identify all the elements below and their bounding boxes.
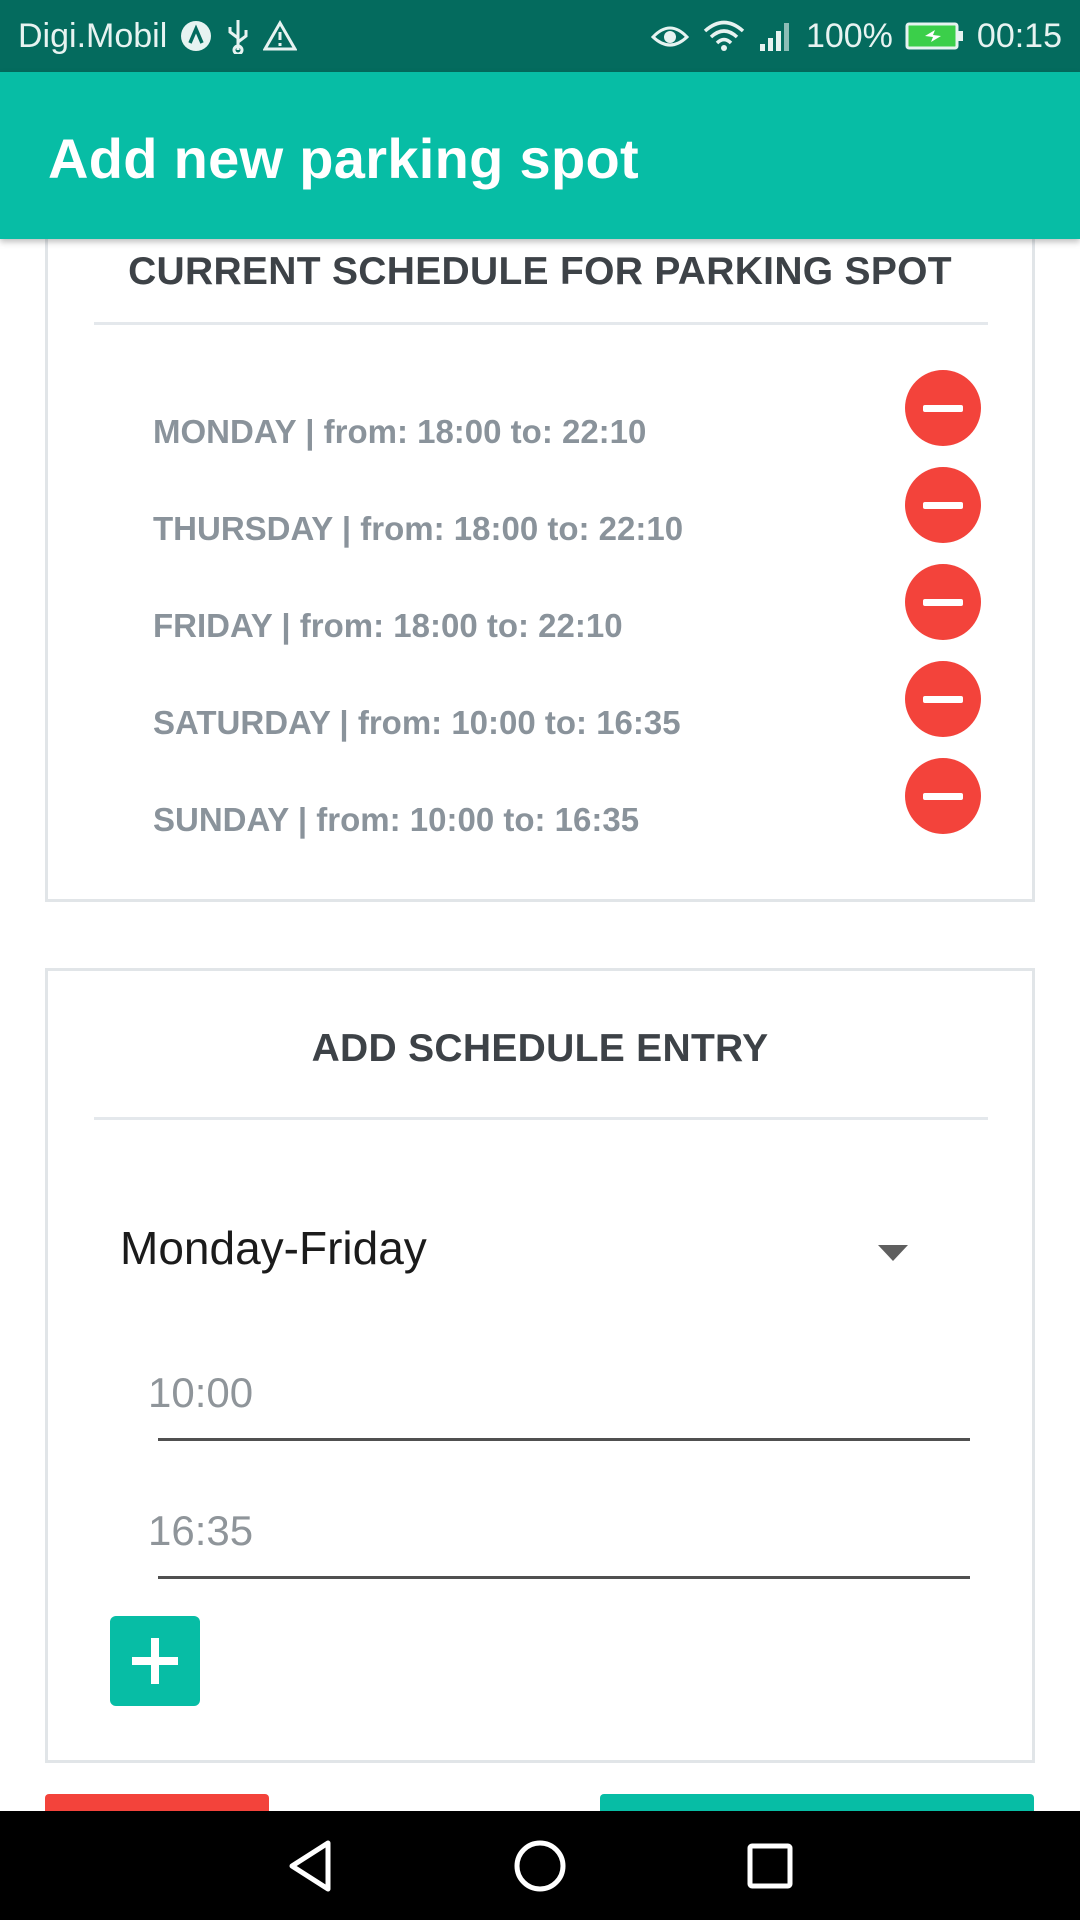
chevron-down-icon xyxy=(878,1245,908,1261)
to-time-field[interactable]: 16:35 xyxy=(148,1489,994,1579)
save-button[interactable] xyxy=(600,1794,1034,1811)
recents-icon xyxy=(747,1843,793,1888)
plus-icon xyxy=(132,1638,178,1684)
minus-circle-icon xyxy=(923,404,963,412)
card-divider xyxy=(94,1117,988,1120)
remove-entry-button[interactable] xyxy=(905,758,981,834)
schedule-entry-text: SUNDAY | from: 10:00 to: 16:35 xyxy=(153,801,640,838)
add-schedule-title: ADD SCHEDULE ENTRY xyxy=(311,1027,769,1070)
status-bar: Digi.Mobil 100% 00:15 xyxy=(0,0,1080,72)
schedule-entry: SUNDAY | from: 10:00 to: 16:35 xyxy=(48,758,1032,855)
to-time-value: 16:35 xyxy=(148,1507,254,1554)
eye-icon xyxy=(650,21,690,51)
home-button[interactable] xyxy=(500,1826,580,1906)
day-select[interactable]: Monday-Friday xyxy=(120,1211,960,1291)
minus-circle-icon xyxy=(923,501,963,509)
minus-circle-icon xyxy=(923,792,963,800)
signal-icon xyxy=(758,20,794,52)
battery-charging-icon xyxy=(905,21,965,51)
remove-entry-button[interactable] xyxy=(905,661,981,737)
remove-entry-button[interactable] xyxy=(905,370,981,446)
input-underline xyxy=(158,1438,970,1441)
day-select-value: Monday-Friday xyxy=(120,1222,427,1274)
recents-button[interactable] xyxy=(730,1826,810,1906)
usb-icon xyxy=(225,18,251,54)
add-entry-button[interactable] xyxy=(110,1616,200,1706)
back-icon xyxy=(289,1840,331,1891)
warning-icon xyxy=(263,20,298,52)
schedule-entry: SATURDAY | from: 10:00 to: 16:35 xyxy=(48,661,1032,758)
clock: 00:15 xyxy=(976,16,1062,55)
content-area[interactable]: CURRENT SCHEDULE FOR PARKING SPOT MONDAY… xyxy=(0,239,1080,1811)
minus-circle-icon xyxy=(923,598,963,606)
home-icon xyxy=(514,1840,566,1891)
schedule-entry-text: FRIDAY | from: 18:00 to: 22:10 xyxy=(153,607,623,644)
app-bar: Add new parking spot xyxy=(0,72,1080,239)
minus-circle-icon xyxy=(923,695,963,703)
carrier-name: Digi.Mobil xyxy=(18,16,168,55)
schedule-entry: MONDAY | from: 18:00 to: 22:10 xyxy=(48,370,1032,467)
status-bar-right: 100% 00:15 xyxy=(650,17,1062,56)
wifi-icon xyxy=(702,20,746,52)
remove-entry-button[interactable] xyxy=(905,467,981,543)
schedule-entry-text: SATURDAY | from: 10:00 to: 16:35 xyxy=(153,704,681,741)
from-time-field[interactable]: 10:00 xyxy=(148,1351,994,1441)
status-bar-left: Digi.Mobil xyxy=(18,16,298,56)
schedule-entry-text: THURSDAY | from: 18:00 to: 22:10 xyxy=(153,510,684,547)
nav-bar xyxy=(0,1811,1080,1920)
schedule-list: MONDAY | from: 18:00 to: 22:10 THURSDAY … xyxy=(48,239,1032,899)
remove-entry-button[interactable] xyxy=(905,564,981,640)
from-time-value: 10:00 xyxy=(148,1369,254,1416)
schedule-entry: FRIDAY | from: 18:00 to: 22:10 xyxy=(48,564,1032,661)
page-title: Add new parking spot xyxy=(48,127,639,190)
schedule-entry: THURSDAY | from: 18:00 to: 22:10 xyxy=(48,467,1032,564)
input-underline xyxy=(158,1576,970,1579)
current-schedule-card: CURRENT SCHEDULE FOR PARKING SPOT MONDAY… xyxy=(45,239,1035,902)
battery-percent: 100% xyxy=(805,16,893,55)
back-button[interactable] xyxy=(270,1826,350,1906)
add-schedule-card: ADD SCHEDULE ENTRY Monday-Friday 10:00 1… xyxy=(45,968,1035,1763)
carrier-logo-icon xyxy=(179,19,213,53)
schedule-entry-text: MONDAY | from: 18:00 to: 22:10 xyxy=(153,413,647,450)
cancel-button[interactable] xyxy=(45,1794,269,1811)
